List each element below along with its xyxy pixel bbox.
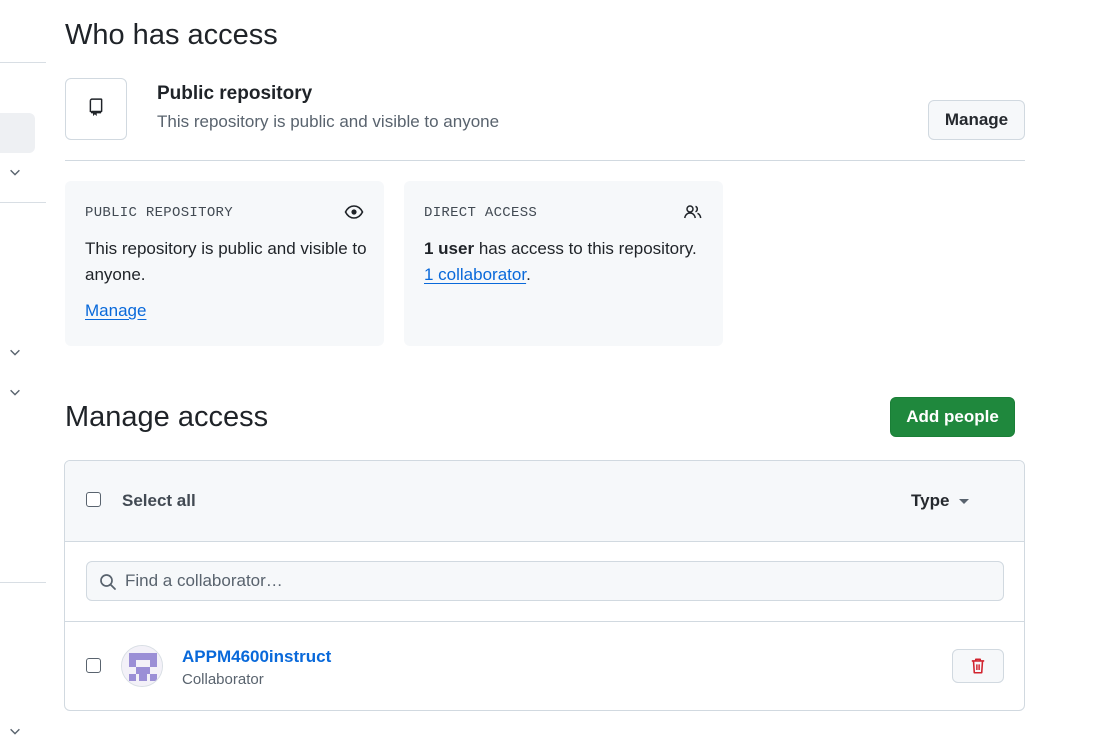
row-checkbox[interactable] [86, 658, 101, 673]
manage-visibility-button[interactable]: Manage [928, 100, 1025, 140]
caret-down-icon [959, 498, 970, 504]
sidebar-divider [0, 62, 46, 63]
card-text: This repository is public and visible to… [85, 239, 367, 284]
visibility-title: Public repository [157, 83, 313, 104]
card-text-body: has access to this repository. [474, 239, 697, 258]
repo-visibility-icon-box [65, 78, 127, 140]
card-text: 1 user has access to this repository. 1 c… [424, 236, 709, 288]
collaborator-role: Collaborator [182, 671, 264, 688]
sidebar-divider [0, 202, 46, 203]
search-icon [99, 573, 117, 591]
card-label: DIRECT ACCESS [424, 205, 538, 221]
type-filter-dropdown[interactable]: Type [911, 491, 970, 511]
direct-access-card: DIRECT ACCESS 1 user has access to this … [404, 181, 723, 346]
public-repository-card: PUBLIC REPOSITORY This repository is pub… [65, 181, 384, 346]
table-header: Select all Type [65, 461, 1024, 542]
people-icon [683, 202, 703, 222]
divider [65, 621, 1024, 622]
trash-icon [969, 657, 987, 675]
select-all-label: Select all [122, 491, 196, 510]
collaborators-table: Select all Type APPM4600instruct Collabo… [64, 460, 1025, 711]
type-filter-label: Type [911, 491, 950, 510]
manage-access-title: Manage access [65, 401, 269, 433]
sidebar-divider [0, 582, 46, 583]
manage-link[interactable]: Manage [85, 301, 146, 321]
collaborator-link[interactable]: 1 collaborator [424, 265, 526, 284]
chevron-down-icon[interactable] [8, 345, 22, 359]
divider [65, 160, 1025, 161]
card-text-period: . [526, 265, 531, 284]
search-input[interactable] [125, 562, 985, 600]
page-title: Who has access [65, 19, 278, 51]
select-all-checkbox[interactable] [86, 492, 101, 507]
eye-icon [344, 202, 364, 222]
card-label: PUBLIC REPOSITORY [85, 205, 233, 221]
visibility-subtitle: This repository is public and visible to… [157, 112, 500, 131]
chevron-down-icon[interactable] [8, 385, 22, 399]
remove-collaborator-button[interactable] [952, 649, 1004, 683]
collaborator-name[interactable]: APPM4600instruct [182, 647, 331, 667]
chevron-down-icon[interactable] [8, 724, 22, 737]
avatar[interactable] [121, 645, 163, 687]
repo-icon [87, 97, 105, 121]
user-count: 1 user [424, 239, 475, 258]
chevron-down-icon[interactable] [8, 165, 22, 179]
add-people-button[interactable]: Add people [890, 397, 1015, 437]
collaborator-search[interactable] [86, 561, 1004, 601]
sidebar-item-active[interactable] [0, 113, 35, 153]
